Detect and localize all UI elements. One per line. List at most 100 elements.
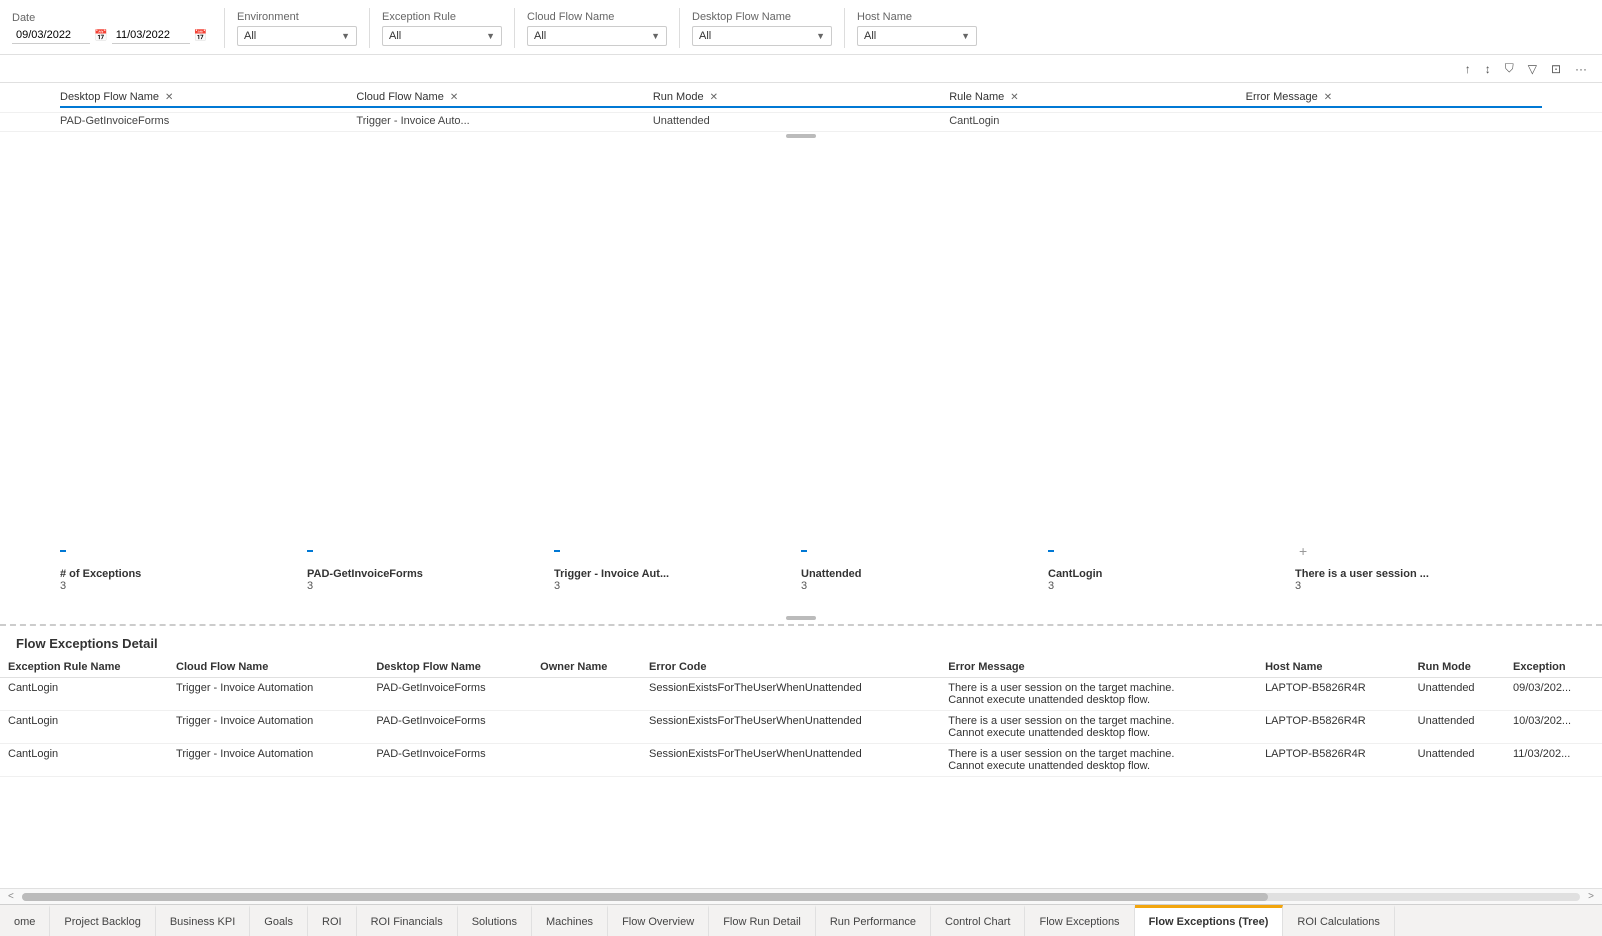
col-subvalue-cloud-flow: Trigger - Invoice Auto... [356,115,652,129]
col-header-rule-name-close[interactable]: ✕ [1010,92,1018,103]
tab-business-kpi-label: Business KPI [170,916,235,928]
filter-icon[interactable]: ▽ [1525,60,1540,78]
scroll-right-arrow[interactable]: > [1588,891,1594,902]
exception-rule-select[interactable]: All ▼ [382,26,502,46]
cloud-flow-filter-col: Cloud Flow Name All ▼ [527,11,667,46]
cloud-flow-value: All [534,30,546,42]
environment-value: All [244,30,256,42]
td-exception-rule-2: CantLogin [0,744,168,777]
col-header-rule-name-label: Rule Name [949,91,1004,103]
bar-col-5: + There is a user session ... 3 [1295,540,1542,592]
date-filter-col: Date 📅 📅 [12,12,212,44]
col-subvalue-desktop-flow-text: PAD-GetInvoiceForms [60,115,169,127]
hierarchy-icon[interactable]: ⛉ [1502,59,1517,78]
bar-col-0: # of Exceptions 3 [60,540,307,592]
filter-row: Date 📅 📅 Environment All ▼ E [12,8,1590,48]
top-scroll-bar[interactable] [786,134,816,138]
tab-flow-exceptions-label: Flow Exceptions [1039,916,1119,928]
filter-divider-3 [514,8,515,48]
detail-table-wrapper[interactable]: Exception Rule Name Cloud Flow Name Desk… [0,657,1602,888]
scrollbar-thumb[interactable] [22,893,1269,901]
h-divider-line[interactable] [786,616,816,620]
tab-flow-overview[interactable]: Flow Overview [608,905,709,936]
sort-asc-icon[interactable]: ↑ [1462,60,1474,78]
bar-count-cloud-flow: 3 [554,580,560,592]
td-host-1: LAPTOP-B5826R4R [1257,711,1410,744]
table-row: CantLogin Trigger - Invoice Automation P… [0,744,1602,777]
sort-desc-icon[interactable]: ↕ [1482,60,1494,78]
th-owner-name: Owner Name [532,657,641,678]
filter-divider-2 [369,8,370,48]
tab-business-kpi[interactable]: Business KPI [156,905,250,936]
td-owner-0 [532,678,641,711]
tab-flow-exceptions[interactable]: Flow Exceptions [1025,905,1134,936]
table-row: CantLogin Trigger - Invoice Automation P… [0,711,1602,744]
bar-count-error-message: 3 [1295,580,1301,592]
td-error-code-1: SessionExistsForTheUserWhenUnattended [641,711,940,744]
host-name-select[interactable]: All ▼ [857,26,977,46]
col-subvalue-error-message [1246,121,1542,123]
col-header-error-message-close[interactable]: ✕ [1324,92,1332,103]
tab-home-label: ome [14,916,35,928]
bar-col-4: CantLogin 3 [1048,540,1295,592]
tab-roi[interactable]: ROI [308,905,357,936]
bar-plus-icon[interactable]: + [1299,543,1307,559]
td-error-message-2: There is a user session on the target ma… [940,744,1257,777]
col-subvalue-rule-name-text: CantLogin [949,115,999,127]
td-exception-1: 10/03/202... [1505,711,1602,744]
tab-flow-exceptions-tree[interactable]: Flow Exceptions (Tree) [1135,905,1284,936]
bar-label-error-message: There is a user session ... [1295,568,1429,580]
bar-label-desktop-flow: PAD-GetInvoiceForms [307,568,423,580]
detail-header-row: Exception Rule Name Cloud Flow Name Desk… [0,657,1602,678]
tab-flow-run-detail[interactable]: Flow Run Detail [709,905,816,936]
col-subvalue-desktop-flow: PAD-GetInvoiceForms [60,115,356,129]
desktop-flow-filter-col: Desktop Flow Name All ▼ [692,11,832,46]
toolbar: ↑ ↕ ⛉ ▽ ⊡ ··· [0,55,1602,83]
td-error-message-1: There is a user session on the target ma… [940,711,1257,744]
col-subvalue-rule-name: CantLogin [949,115,1245,129]
filter-divider-1 [224,8,225,48]
calendar-start-icon[interactable]: 📅 [94,29,108,42]
export-icon[interactable]: ⊡ [1548,60,1564,78]
cloud-flow-select[interactable]: All ▼ [527,26,667,46]
date-end-input[interactable] [112,27,190,44]
th-cloud-flow: Cloud Flow Name [168,657,368,678]
tab-roi-financials[interactable]: ROI Financials [357,905,458,936]
tab-run-performance[interactable]: Run Performance [816,905,931,936]
col-header-run-mode-close[interactable]: ✕ [710,92,718,103]
tab-control-chart[interactable]: Control Chart [931,905,1025,936]
content-area: ↑ ↕ ⛉ ▽ ⊡ ··· Desktop Flow Name ✕ Cloud … [0,55,1602,904]
td-run-mode-1: Unattended [1410,711,1505,744]
bar-col-2: Trigger - Invoice Aut... 3 [554,540,801,592]
date-start-input[interactable] [12,27,90,44]
more-icon[interactable]: ··· [1572,60,1590,78]
tab-solutions[interactable]: Solutions [458,905,532,936]
col-header-cloud-flow-close[interactable]: ✕ [450,92,458,103]
th-exception-rule: Exception Rule Name [0,657,168,678]
td-host-2: LAPTOP-B5826R4R [1257,744,1410,777]
td-desktop-flow-2: PAD-GetInvoiceForms [368,744,532,777]
td-exception-rule-0: CantLogin [0,678,168,711]
bottom-nav: ome Project Backlog Business KPI Goals R… [0,904,1602,936]
environment-select[interactable]: All ▼ [237,26,357,46]
th-host-name: Host Name [1257,657,1410,678]
scroll-left-arrow[interactable]: < [8,891,14,902]
tab-home[interactable]: ome [0,905,50,936]
col-header-desktop-flow-label: Desktop Flow Name [60,91,159,103]
tab-project-backlog[interactable]: Project Backlog [50,905,155,936]
date-input-row: 📅 📅 [12,27,212,44]
col-subvalue-run-mode-text: Unattended [653,115,710,127]
desktop-flow-select[interactable]: All ▼ [692,26,832,46]
col-header-desktop-flow-close[interactable]: ✕ [165,92,173,103]
th-error-message: Error Message [940,657,1257,678]
tab-machines[interactable]: Machines [532,905,608,936]
td-owner-1 [532,711,641,744]
calendar-end-icon[interactable]: 📅 [194,29,208,42]
scrollbar-track[interactable] [22,893,1580,901]
tab-roi-calculations[interactable]: ROI Calculations [1283,905,1395,936]
chevron-down-icon: ▼ [341,31,350,41]
h-divider-viz [0,612,1602,624]
td-error-message-0: There is a user session on the target ma… [940,678,1257,711]
tab-goals[interactable]: Goals [250,905,308,936]
col-header-error-message: Error Message ✕ [1246,91,1542,108]
